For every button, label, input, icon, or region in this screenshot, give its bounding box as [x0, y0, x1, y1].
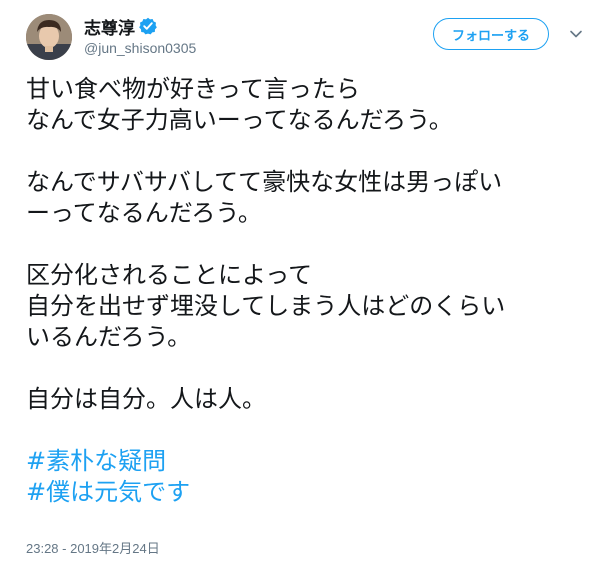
hashtag-link[interactable]: #素朴な疑問	[26, 446, 596, 477]
tweet-line: 自分を出せず埋没してしまう人はどのくらい	[26, 292, 506, 320]
chevron-down-icon[interactable]	[568, 26, 584, 42]
tweet-text: 甘い食べ物が好きって言ったら なんで女子力高いーってなるんだろう。 なんでサバサ…	[26, 74, 596, 508]
tweet-line: 自分は自分。人は人。	[26, 385, 266, 413]
author-display-name[interactable]: 志尊淳	[84, 14, 135, 39]
verified-badge-icon	[139, 17, 157, 35]
author-avatar[interactable]	[26, 14, 72, 60]
tweet-paragraph: なんでサバサバしてて豪快な女性は男っぽい ーってなるんだろう。	[26, 167, 596, 229]
profile-photo-icon	[26, 14, 72, 60]
tweet-card: 志尊淳 @jun_shison0305 フォローする 甘い食べ物が好きって言った…	[0, 0, 607, 566]
author-handle[interactable]: @jun_shison0305	[84, 40, 196, 56]
tweet-line: ーってなるんだろう。	[26, 199, 262, 227]
author-name-row: 志尊淳	[84, 14, 157, 39]
follow-button[interactable]: フォローする	[433, 18, 549, 50]
tweet-line: いるんだろう。	[26, 323, 192, 351]
hashtag-list: #素朴な疑問 #僕は元気です	[26, 446, 596, 508]
tweet-line: なんで女子力高いーってなるんだろう。	[26, 106, 453, 134]
tweet-paragraph: 甘い食べ物が好きって言ったら なんで女子力高いーってなるんだろう。	[26, 74, 596, 136]
tweet-timestamp[interactable]: 23:28 - 2019年2月24日	[26, 538, 160, 557]
tweet-paragraph: 自分は自分。人は人。	[26, 384, 596, 415]
tweet-line: 甘い食べ物が好きって言ったら	[26, 75, 360, 103]
hashtag-link[interactable]: #僕は元気です	[26, 477, 596, 508]
tweet-paragraph: 区分化されることによって 自分を出せず埋没してしまう人はどのくらい いるんだろう…	[26, 260, 596, 353]
tweet-line: 区分化されることによって	[26, 261, 313, 289]
tweet-line: なんでサバサバしてて豪快な女性は男っぽい	[26, 168, 503, 196]
